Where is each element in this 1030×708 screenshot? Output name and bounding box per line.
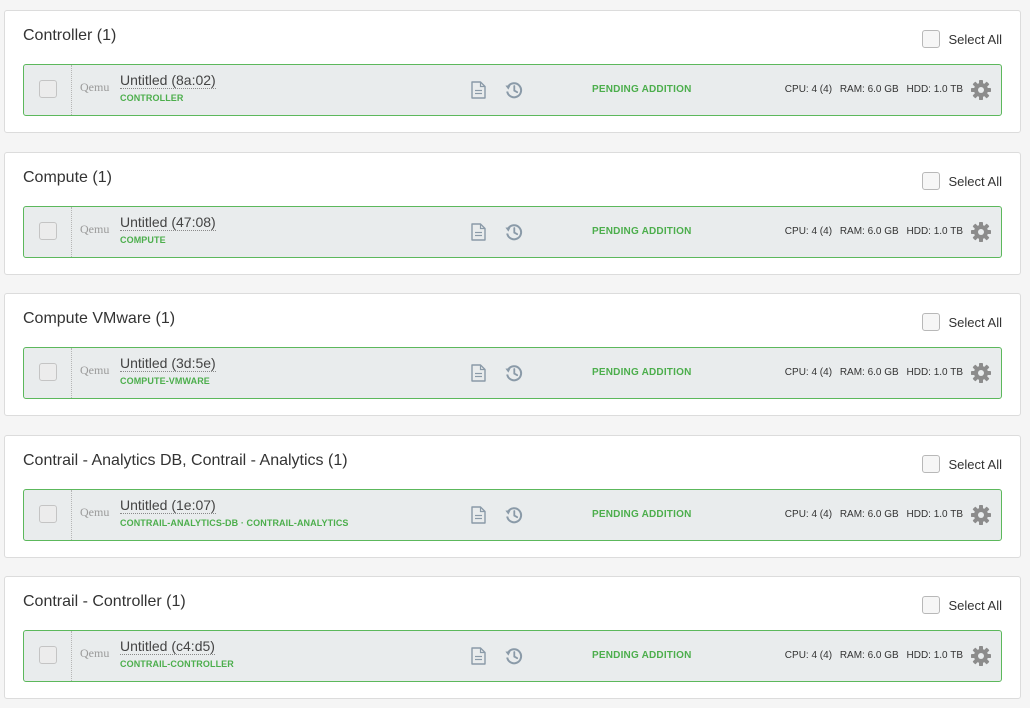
group-title: Contrail - Analytics DB, Contrail - Anal… <box>23 452 348 469</box>
node-checkbox[interactable] <box>39 80 57 98</box>
node-status: PENDING ADDITION <box>592 650 692 661</box>
gear-icon[interactable] <box>970 645 992 667</box>
node-hdd: HDD: 1.0 TB <box>906 226 964 237</box>
history-icon[interactable] <box>505 647 523 665</box>
select-all-checkbox[interactable] <box>921 313 940 331</box>
document-icon[interactable] <box>471 364 486 382</box>
node-group-panel: Contrail - Analytics DB, Contrail - Anal… <box>4 435 1021 558</box>
node-divider <box>71 207 72 257</box>
document-icon[interactable] <box>471 81 486 99</box>
node-hdd: HDD: 1.0 TB <box>906 509 964 520</box>
node-divider <box>71 65 72 115</box>
node-ram: RAM: 6.0 GB <box>839 367 899 378</box>
select-all-checkbox[interactable] <box>921 596 940 614</box>
node-ram: RAM: 6.0 GB <box>839 226 899 237</box>
node-status: PENDING ADDITION <box>592 226 692 237</box>
node-ram: RAM: 6.0 GB <box>839 84 899 95</box>
node-name[interactable]: Untitled (c4:d5) <box>120 638 215 655</box>
node-specs: CPU: 4 (4) RAM: 6.0 GB HDD: 1.0 TB <box>785 367 963 378</box>
select-all-toggle[interactable]: Select All <box>921 172 1002 190</box>
gear-icon[interactable] <box>970 221 992 243</box>
node-row[interactable]: Qemu Untitled (1e:07) CONTRAIL-ANALYTICS… <box>23 489 1002 541</box>
group-title: Compute (1) <box>23 169 112 186</box>
node-roles: COMPUTE-VMWARE <box>120 376 210 386</box>
node-name[interactable]: Untitled (47:08) <box>120 214 216 231</box>
node-group-panel: Compute (1) Select All Qemu Untitled (47… <box>4 152 1021 275</box>
history-icon[interactable] <box>505 81 523 99</box>
node-status: PENDING ADDITION <box>592 84 692 95</box>
node-manufacturer: Qemu <box>80 80 110 94</box>
node-row[interactable]: Qemu Untitled (c4:d5) CONTRAIL-CONTROLLE… <box>23 630 1002 682</box>
node-roles: COMPUTE <box>120 235 166 245</box>
document-icon[interactable] <box>471 223 486 241</box>
node-cpu: CPU: 4 (4) <box>784 509 833 520</box>
select-all-label: Select All <box>948 597 1002 613</box>
gear-icon[interactable] <box>970 79 992 101</box>
gear-icon[interactable] <box>970 362 992 384</box>
node-manufacturer: Qemu <box>80 646 110 660</box>
node-roles: CONTRAIL-CONTROLLER <box>120 659 234 669</box>
history-icon[interactable] <box>505 223 523 241</box>
select-all-toggle[interactable]: Select All <box>921 313 1002 331</box>
node-group-panel: Controller (1) Select All Qemu Untitled … <box>4 10 1021 133</box>
node-checkbox[interactable] <box>39 363 57 381</box>
node-group-panel: Compute VMware (1) Select All Qemu Untit… <box>4 293 1021 416</box>
node-roles: CONTRAIL-ANALYTICS-DB · CONTRAIL-ANALYTI… <box>120 518 349 528</box>
node-hdd: HDD: 1.0 TB <box>906 650 964 661</box>
select-all-toggle[interactable]: Select All <box>921 30 1002 48</box>
node-ram: RAM: 6.0 GB <box>839 509 899 520</box>
node-manufacturer: Qemu <box>80 505 110 519</box>
node-checkbox[interactable] <box>39 505 57 523</box>
node-hdd: HDD: 1.0 TB <box>906 367 964 378</box>
node-checkbox[interactable] <box>39 646 57 664</box>
node-group-list: Controller (1) Select All Qemu Untitled … <box>0 0 1030 708</box>
node-cpu: CPU: 4 (4) <box>784 650 833 661</box>
gear-icon[interactable] <box>970 504 992 526</box>
node-specs: CPU: 4 (4) RAM: 6.0 GB HDD: 1.0 TB <box>785 509 963 520</box>
node-manufacturer: Qemu <box>80 222 110 236</box>
node-hdd: HDD: 1.0 TB <box>906 84 964 95</box>
group-title: Controller (1) <box>23 27 117 44</box>
node-name[interactable]: Untitled (1e:07) <box>120 497 216 514</box>
select-all-checkbox[interactable] <box>921 30 940 48</box>
document-icon[interactable] <box>471 506 486 524</box>
node-specs: CPU: 4 (4) RAM: 6.0 GB HDD: 1.0 TB <box>785 650 963 661</box>
history-icon[interactable] <box>505 364 523 382</box>
node-row[interactable]: Qemu Untitled (3d:5e) COMPUTE-VMWARE PEN… <box>23 347 1002 399</box>
node-ram: RAM: 6.0 GB <box>839 650 899 661</box>
node-group-panel: Contrail - Controller (1) Select All Qem… <box>4 576 1021 699</box>
node-cpu: CPU: 4 (4) <box>784 226 833 237</box>
node-divider <box>71 348 72 398</box>
document-icon[interactable] <box>471 647 486 665</box>
select-all-checkbox[interactable] <box>921 455 940 473</box>
select-all-label: Select All <box>948 173 1002 189</box>
node-cpu: CPU: 4 (4) <box>784 367 833 378</box>
history-icon[interactable] <box>505 506 523 524</box>
select-all-label: Select All <box>948 456 1002 472</box>
node-cpu: CPU: 4 (4) <box>784 84 833 95</box>
node-checkbox[interactable] <box>39 222 57 240</box>
node-specs: CPU: 4 (4) RAM: 6.0 GB HDD: 1.0 TB <box>785 84 963 95</box>
node-row[interactable]: Qemu Untitled (47:08) COMPUTE PENDING AD… <box>23 206 1002 258</box>
node-status: PENDING ADDITION <box>592 509 692 520</box>
node-status: PENDING ADDITION <box>592 367 692 378</box>
node-specs: CPU: 4 (4) RAM: 6.0 GB HDD: 1.0 TB <box>785 226 963 237</box>
node-name[interactable]: Untitled (8a:02) <box>120 72 216 89</box>
select-all-label: Select All <box>948 314 1002 330</box>
select-all-toggle[interactable]: Select All <box>921 596 1002 614</box>
node-roles: CONTROLLER <box>120 93 184 103</box>
node-manufacturer: Qemu <box>80 363 110 377</box>
node-divider <box>71 631 72 681</box>
node-row[interactable]: Qemu Untitled (8a:02) CONTROLLER PENDING <box>23 64 1002 116</box>
group-title: Contrail - Controller (1) <box>23 593 186 610</box>
select-all-checkbox[interactable] <box>921 172 940 190</box>
group-title: Compute VMware (1) <box>23 310 176 327</box>
select-all-label: Select All <box>948 31 1002 47</box>
select-all-toggle[interactable]: Select All <box>921 455 1002 473</box>
node-divider <box>71 490 72 540</box>
node-name[interactable]: Untitled (3d:5e) <box>120 355 216 372</box>
